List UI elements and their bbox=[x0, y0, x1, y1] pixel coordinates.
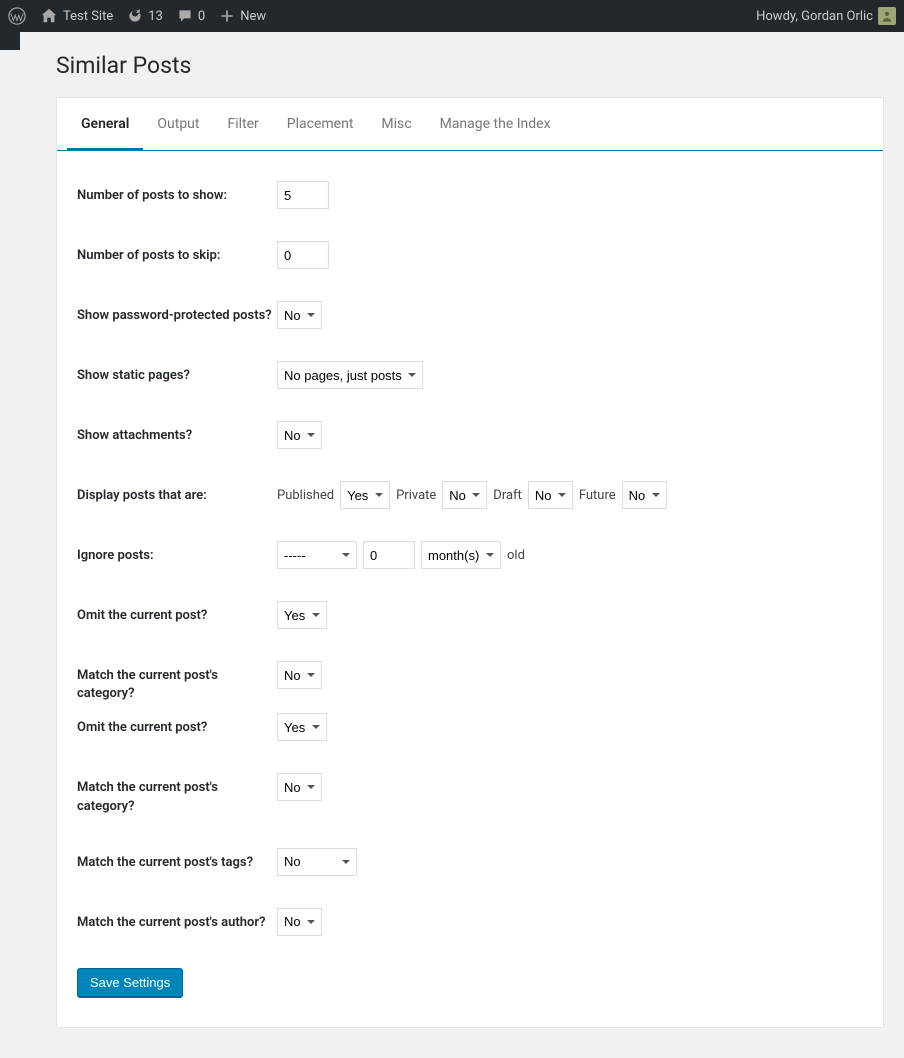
comment-icon bbox=[177, 8, 193, 24]
input-ignore-num[interactable] bbox=[363, 541, 415, 569]
admin-bar: Test Site 13 0 New Howdy, Gordan Orlic bbox=[0, 0, 904, 32]
refresh-icon bbox=[127, 8, 143, 24]
settings-card: General Output Filter Placement Misc Man… bbox=[56, 97, 884, 1028]
comments-count: 0 bbox=[198, 9, 205, 24]
select-ignore-compare[interactable]: ----- bbox=[277, 541, 357, 569]
new-label: New bbox=[240, 9, 266, 24]
tab-filter[interactable]: Filter bbox=[213, 98, 272, 150]
label-private: Private bbox=[396, 488, 436, 503]
label-num-show: Number of posts to show: bbox=[77, 181, 277, 205]
label-match-cat-2: Match the current post's category? bbox=[77, 773, 277, 815]
label-show-static: Show static pages? bbox=[77, 361, 277, 385]
tab-misc[interactable]: Misc bbox=[367, 98, 425, 150]
sidebar-collapsed bbox=[0, 32, 20, 50]
select-match-tags[interactable]: No bbox=[277, 848, 357, 876]
label-draft: Draft bbox=[493, 488, 522, 503]
label-display-posts: Display posts that are: bbox=[77, 481, 277, 505]
label-show-pw: Show password-protected posts? bbox=[77, 301, 277, 325]
select-published[interactable]: Yes bbox=[340, 481, 390, 509]
select-omit-current-1[interactable]: Yes bbox=[277, 601, 327, 629]
select-show-static[interactable]: No pages, just posts bbox=[277, 361, 423, 389]
updates-link[interactable]: 13 bbox=[127, 8, 163, 24]
label-old: old bbox=[507, 548, 525, 563]
save-settings-button[interactable]: Save Settings bbox=[77, 968, 183, 997]
user-icon bbox=[880, 9, 894, 23]
select-draft[interactable]: No bbox=[528, 481, 573, 509]
label-future: Future bbox=[579, 488, 616, 503]
tab-output[interactable]: Output bbox=[143, 98, 213, 150]
label-num-skip: Number of posts to skip: bbox=[77, 241, 277, 265]
select-ignore-unit[interactable]: month(s) bbox=[421, 541, 501, 569]
site-name-link[interactable]: Test Site bbox=[40, 7, 113, 25]
select-match-author[interactable]: No bbox=[277, 908, 322, 936]
label-match-tags: Match the current post's tags? bbox=[77, 848, 277, 872]
select-private[interactable]: No bbox=[442, 481, 487, 509]
select-omit-current-2[interactable]: Yes bbox=[277, 713, 327, 741]
tab-general[interactable]: General bbox=[67, 98, 143, 151]
plus-icon bbox=[219, 8, 235, 24]
input-num-show[interactable] bbox=[277, 181, 329, 209]
home-icon bbox=[40, 7, 58, 25]
avatar bbox=[878, 7, 896, 25]
settings-form: Number of posts to show: Number of posts… bbox=[57, 181, 883, 997]
select-match-cat-2[interactable]: No bbox=[277, 773, 322, 801]
select-show-pw[interactable]: No bbox=[277, 301, 322, 329]
label-omit-current-1: Omit the current post? bbox=[77, 601, 277, 625]
label-match-cat-1: Match the current post's category? bbox=[77, 661, 277, 703]
wordpress-logo-icon[interactable] bbox=[8, 7, 26, 25]
label-published: Published bbox=[277, 488, 334, 503]
select-match-cat-1[interactable]: No bbox=[277, 661, 322, 689]
select-show-attach[interactable]: No bbox=[277, 421, 322, 449]
label-omit-current-2: Omit the current post? bbox=[77, 713, 277, 737]
label-match-author: Match the current post's author? bbox=[77, 908, 277, 932]
comments-link[interactable]: 0 bbox=[177, 8, 205, 24]
tabs-nav: General Output Filter Placement Misc Man… bbox=[57, 98, 883, 151]
updates-count: 13 bbox=[148, 9, 163, 24]
label-show-attach: Show attachments? bbox=[77, 421, 277, 445]
site-name-text: Test Site bbox=[63, 9, 113, 24]
account-link[interactable]: Howdy, Gordan Orlic bbox=[756, 7, 896, 25]
tab-placement[interactable]: Placement bbox=[273, 98, 368, 150]
howdy-text: Howdy, Gordan Orlic bbox=[756, 9, 873, 24]
page-title: Similar Posts bbox=[56, 52, 884, 79]
label-ignore: Ignore posts: bbox=[77, 541, 277, 565]
tab-manage-index[interactable]: Manage the Index bbox=[426, 98, 565, 150]
input-num-skip[interactable] bbox=[277, 241, 329, 269]
new-content-link[interactable]: New bbox=[219, 8, 266, 24]
select-future[interactable]: No bbox=[622, 481, 667, 509]
